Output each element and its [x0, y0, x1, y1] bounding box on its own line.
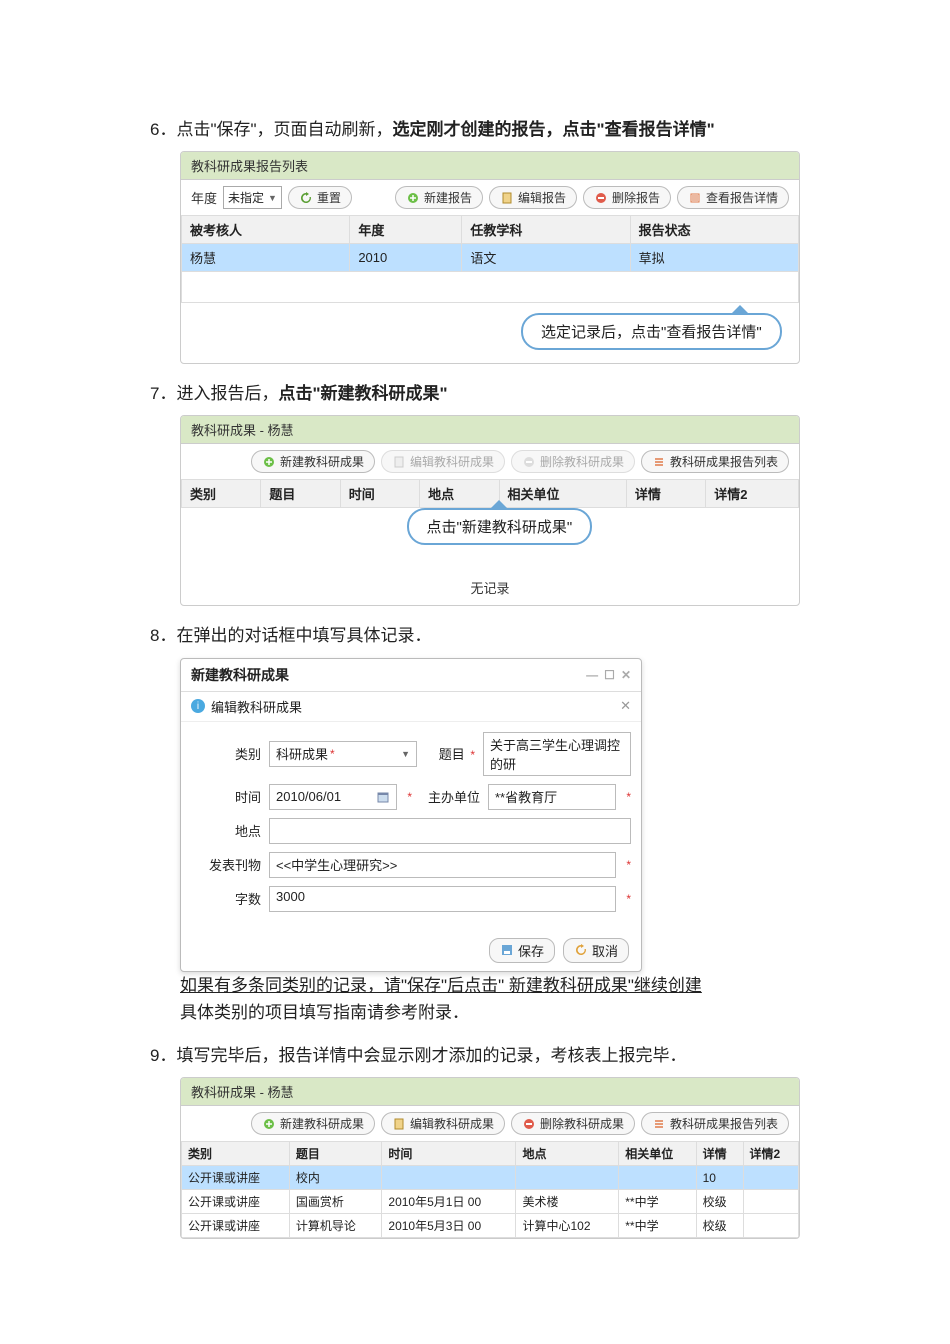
table-row[interactable]: 公开课或讲座 计算机导论 2010年5月3日 00 计算中心102 **中学 校…	[182, 1214, 799, 1238]
delete-achievement-button[interactable]: 删除教科研成果	[511, 1112, 635, 1135]
place-input[interactable]	[269, 818, 631, 844]
topic-input[interactable]: 关于高三学生心理调控的研	[483, 732, 631, 776]
achievement-list-button[interactable]: 教科研成果报告列表	[641, 450, 789, 473]
panel-achievement-empty: 教科研成果 - 杨慧 新建教科研成果 编辑教科研成果 删除教科研成果	[180, 415, 800, 606]
new-achievement-button[interactable]: 新建教科研成果	[251, 1112, 375, 1135]
reset-label: 重置	[317, 189, 341, 206]
list-icon	[688, 191, 702, 205]
dialog-titlebar: 新建教科研成果 — ☐ ✕	[181, 659, 641, 692]
toolbar: 新建教科研成果 编辑教科研成果 删除教科研成果 教科研成果报告列表	[181, 1106, 799, 1141]
save-button[interactable]: 保存	[489, 938, 555, 963]
close-icon[interactable]: ✕	[620, 698, 631, 714]
save-icon	[500, 943, 514, 957]
publication-input[interactable]: <<中学生心理研究>>	[269, 852, 616, 878]
delete-icon	[522, 1117, 536, 1131]
refresh-icon	[299, 191, 313, 205]
time-label: 时间	[191, 787, 261, 806]
table-header: 被考核人 年度 任教学科 报告状态	[182, 216, 799, 244]
chevron-down-icon: ▼	[268, 193, 277, 203]
toolbar: 新建教科研成果 编辑教科研成果 删除教科研成果 教科研成果报告列表	[181, 444, 799, 479]
table-row[interactable]: 公开课或讲座 校内 10	[182, 1166, 799, 1190]
step-text: 点击"保存"，页面自动刷新，	[176, 120, 392, 139]
place-label: 地点	[191, 821, 261, 840]
cancel-button[interactable]: 取消	[563, 938, 629, 963]
chevron-down-icon: ▼	[401, 749, 410, 759]
edit-icon	[500, 191, 514, 205]
calendar-icon[interactable]	[376, 790, 390, 804]
year-value: 未指定	[228, 189, 264, 206]
words-input[interactable]: 3000	[269, 886, 616, 912]
achievement-table: 类别 题目 时间 地点 相关单位 详情 详情2 点击"新建教科研成果" 无记录	[181, 479, 799, 605]
type-label: 类别	[191, 744, 261, 763]
step-number: 6．	[150, 120, 176, 139]
step-6-text: 6．点击"保存"，页面自动刷新，选定刚才创建的报告，点击"查看报告详情"	[150, 116, 800, 143]
topic-label: 题目 *	[425, 744, 475, 763]
table-row[interactable]: 公开课或讲座 国画赏析 2010年5月1日 00 美术楼 **中学 校级	[182, 1190, 799, 1214]
list-icon	[652, 455, 666, 469]
close-icon[interactable]: ✕	[621, 668, 631, 682]
callout-bubble: 点击"新建教科研成果"	[407, 508, 593, 545]
delete-report-button[interactable]: 删除报告	[583, 186, 671, 209]
edit-icon	[392, 455, 406, 469]
edit-report-button[interactable]: 编辑报告	[489, 186, 577, 209]
add-icon	[406, 191, 420, 205]
words-label: 字数	[191, 889, 261, 908]
dialog-title: 新建教科研成果	[191, 665, 289, 685]
step-9-text: 9．填写完毕后，报告详情中会显示刚才添加的记录，考核表上报完毕．	[150, 1042, 800, 1069]
minimize-icon[interactable]: —	[586, 668, 598, 682]
dialog-subheader: i 编辑教科研成果 ✕	[181, 692, 641, 722]
year-label: 年度	[191, 188, 217, 207]
add-icon	[262, 1117, 276, 1131]
report-table: 被考核人 年度 任教学科 报告状态 杨慧 2010 语文 草拟	[181, 215, 799, 303]
view-report-button[interactable]: 查看报告详情	[677, 186, 789, 209]
step-7-text: 7．进入报告后，点击"新建教科研成果"	[150, 380, 800, 407]
type-select[interactable]: 科研成果*▼	[269, 741, 417, 767]
step-8-text: 8．在弹出的对话框中填写具体记录．	[150, 622, 800, 649]
table-header: 类别 题目 时间 地点 相关单位 详情 详情2	[182, 1142, 799, 1166]
table-row[interactable]: 杨慧 2010 语文 草拟	[182, 244, 799, 272]
host-label: 主办单位	[420, 787, 480, 806]
reset-button[interactable]: 重置	[288, 186, 352, 209]
no-record-text: 无记录	[190, 570, 791, 601]
list-icon	[652, 1117, 666, 1131]
delete-icon	[594, 191, 608, 205]
host-input[interactable]: **省教育厅	[488, 784, 616, 810]
new-report-button[interactable]: 新建报告	[395, 186, 483, 209]
toolbar: 年度 未指定 ▼ 重置 新建报告 编辑报告	[181, 180, 799, 215]
new-achievement-button[interactable]: 新建教科研成果	[251, 450, 375, 473]
panel-achievement-filled: 教科研成果 - 杨慧 新建教科研成果 编辑教科研成果 删除教科研成果	[180, 1077, 800, 1239]
step-bold: 选定刚才创建的报告，点击"查看报告详情"	[393, 120, 715, 139]
edit-achievement-button[interactable]: 编辑教科研成果	[381, 450, 505, 473]
achievement-list-button[interactable]: 教科研成果报告列表	[641, 1112, 789, 1135]
step-8-note2: 具体类别的项目填写指南请参考附录．	[180, 999, 800, 1026]
panel-title: 教科研成果 - 杨慧	[181, 416, 799, 444]
info-icon: i	[191, 699, 205, 713]
cancel-icon	[574, 943, 588, 957]
delete-icon	[522, 455, 536, 469]
maximize-icon[interactable]: ☐	[604, 668, 615, 682]
achievement-table: 类别 题目 时间 地点 相关单位 详情 详情2 公开课或讲座 校内 10 公开课…	[181, 1141, 799, 1238]
year-select[interactable]: 未指定 ▼	[223, 186, 282, 209]
callout-bubble: 选定记录后，点击"查看报告详情"	[521, 313, 782, 350]
publication-label: 发表刊物	[191, 855, 261, 874]
delete-achievement-button[interactable]: 删除教科研成果	[511, 450, 635, 473]
edit-achievement-button[interactable]: 编辑教科研成果	[381, 1112, 505, 1135]
new-achievement-dialog: 新建教科研成果 — ☐ ✕ i 编辑教科研成果 ✕ 类别 科研成果*▼ 题目 *…	[180, 658, 642, 972]
time-input[interactable]: 2010/06/01	[269, 784, 397, 810]
edit-icon	[392, 1117, 406, 1131]
add-icon	[262, 455, 276, 469]
panel-title: 教科研成果报告列表	[181, 152, 799, 180]
step-8-note: 如果有多条同类别的记录，请"保存"后点击" 新建教科研成果"继续创建	[180, 972, 800, 999]
panel-title: 教科研成果 - 杨慧	[181, 1078, 799, 1106]
panel-report-list: 教科研成果报告列表 年度 未指定 ▼ 重置 新建报告	[180, 151, 800, 364]
